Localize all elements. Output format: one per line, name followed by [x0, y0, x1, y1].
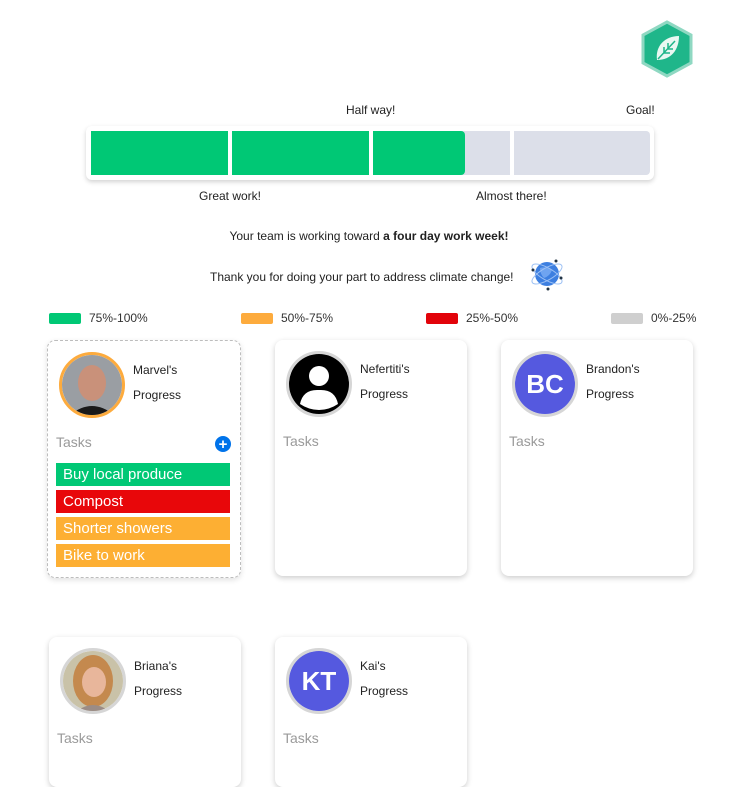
legend-label: 0%-25%: [651, 311, 697, 325]
progress-segment: [232, 131, 369, 175]
default-user-icon: [289, 354, 349, 414]
progress-fill: [91, 131, 228, 175]
team-progress-bar: [86, 126, 654, 180]
member-card-kai[interactable]: KT Kai's Progress Tasks: [275, 637, 467, 787]
legend-swatch: [426, 312, 458, 324]
task-item[interactable]: Shorter showers: [56, 517, 230, 540]
avatar: BC: [512, 351, 578, 417]
globe-icon: [528, 256, 566, 297]
legend-item: 0%-25%: [611, 311, 696, 325]
plus-icon: +: [218, 435, 228, 453]
team-goal-prefix: Your team is working toward: [229, 229, 384, 243]
almost-there-label: Almost there!: [476, 189, 547, 203]
legend-label: 50%-75%: [281, 311, 334, 325]
member-card-briana[interactable]: Briana's Progress Tasks: [49, 637, 241, 787]
tasks-heading: Tasks: [509, 433, 545, 449]
legend-label: 25%-50%: [466, 311, 519, 325]
great-work-label: Great work!: [199, 189, 262, 203]
progress-fill: [373, 131, 465, 175]
team-goal-text: a four day work week!: [383, 229, 509, 243]
progress-segment: [514, 131, 650, 175]
avatar: [59, 352, 125, 418]
member-name: Kai's: [360, 659, 386, 673]
member-name: Briana's: [134, 659, 177, 673]
legend-item: 25%-50%: [426, 311, 518, 325]
member-name: Marvel's: [133, 363, 178, 377]
progress-segment: [373, 131, 510, 175]
tasks-heading: Tasks: [283, 730, 319, 746]
leaf-icon: [641, 20, 693, 78]
avatar: [286, 351, 352, 417]
legend-item: 75%-100%: [49, 311, 148, 325]
task-item[interactable]: Buy local produce: [56, 463, 230, 486]
tasks-heading: Tasks: [56, 434, 92, 450]
progress-label: Progress: [134, 684, 183, 698]
member-card-marvel[interactable]: Marvel's Progress Tasks + Buy local prod…: [47, 340, 241, 578]
avatar: [60, 648, 126, 714]
member-name: Nefertiti's: [360, 362, 410, 376]
thanks-message: Thank you for doing your part to address…: [210, 270, 514, 284]
avatar: KT: [286, 648, 352, 714]
avatar-initials: BC: [515, 354, 575, 414]
tasks-heading: Tasks: [283, 433, 319, 449]
legend-label: 75%-100%: [89, 311, 148, 325]
legend-swatch: [49, 312, 81, 324]
leaf-badge: [639, 20, 695, 78]
progress-fill: [232, 131, 369, 175]
avatar-initials: KT: [289, 651, 349, 711]
progress-label: Progress: [586, 387, 635, 401]
legend-item: 50%-75%: [241, 311, 333, 325]
tasks-heading: Tasks: [57, 730, 93, 746]
goal-label: Goal!: [626, 103, 655, 117]
legend-swatch: [611, 312, 643, 324]
progress-label: Progress: [360, 387, 409, 401]
progress-label: Progress: [133, 388, 182, 402]
member-name: Brandon's: [586, 362, 640, 376]
legend-swatch: [241, 312, 273, 324]
half-way-label: Half way!: [346, 103, 396, 117]
member-card-brandon[interactable]: BC Brandon's Progress Tasks: [501, 340, 693, 576]
member-card-nefertiti[interactable]: Nefertiti's Progress Tasks: [275, 340, 467, 576]
add-task-button[interactable]: +: [215, 436, 231, 452]
task-item[interactable]: Bike to work: [56, 544, 230, 567]
task-item[interactable]: Compost: [56, 490, 230, 513]
progress-segment: [91, 131, 228, 175]
team-goal-message: Your team is working toward a four day w…: [0, 229, 738, 243]
progress-label: Progress: [360, 684, 409, 698]
